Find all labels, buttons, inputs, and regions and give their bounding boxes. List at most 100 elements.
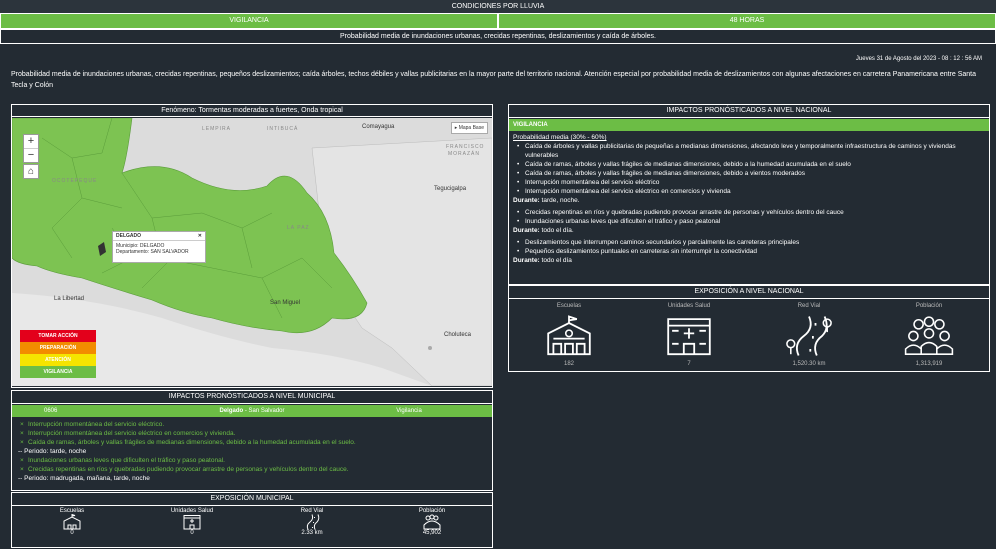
legend-item: ATENCIÓN [20,354,96,366]
label-comayagua: Comayagua [362,124,395,130]
exposure-label: Unidades Salud [170,508,214,514]
road-icon [786,316,832,356]
list-item: Caída de árboles y vallas publicitarias … [513,142,985,160]
national-impacts-list-1: Caída de árboles y vallas publicitarias … [513,142,985,196]
list-item: Crecidas repentinas en ríos y quebradas … [16,465,488,474]
during-1-label: Durante: [513,197,540,204]
municipal-exposure-title: EXPOSICIÓN MUNICIPAL [12,493,492,506]
municipal-impacts-list: Interrupción momentánea del servicio elé… [16,420,488,447]
zoom-out-button[interactable]: − [24,149,38,162]
label-lapaz: LA PAZ [287,225,310,231]
label-la-libertad: La Libertad [54,296,85,302]
label-lempira: LEMPIRA [202,126,231,132]
municipal-impacts-title: IMPACTOS PRONÓSTICADOS A NIVEL MUNICIPAL [12,391,492,404]
zoom-in-button[interactable]: + [24,135,38,149]
municipal-exposure-panel: EXPOSICIÓN MUNICIPAL Escuelas 0 Unidades… [11,492,493,548]
alert-level: VIGILANCIA [1,14,497,28]
municipal-impacts-panel: IMPACTOS PRONÓSTICADOS A NIVEL MUNICIPAL… [11,390,493,491]
alert-duration: 48 HORAS [499,14,995,28]
municipal-name: Delgado [219,408,244,414]
exposure-value: 45,902 [422,530,442,536]
report-date: Jueves 31 de Agosto del 2023 - 08 : 12 :… [855,56,982,62]
national-impacts-title: IMPACTOS PRONÓSTICADOS A NIVEL NACIONAL [509,105,989,118]
list-item: Pequeños deslizamientos puntuales en car… [513,247,985,256]
exposure-item: Escuelas 182 [509,303,629,367]
road-icon [306,514,320,530]
exposure-item: Población 45,902 [372,508,492,536]
municipal-name-cell: Delgado - San Salvador [170,408,334,414]
legend-item: TOMAR ACCIÓN [20,330,96,342]
page-title: CONDICIONES POR LLUVIA [0,0,996,13]
legend-item: VIGILANCIA [20,366,96,378]
municipal-impacts-list-2: Inundaciones urbanas leves que dificulte… [16,456,488,474]
municipal-period-2: -- Periodo: madrugada, mañana, tarde, no… [18,475,150,482]
hospital-icon [667,318,711,356]
exposure-value: 1,313,919 [915,361,943,367]
exposure-label: Población [418,508,446,514]
list-item: Caída de ramas, árboles y vallas frágile… [16,438,488,447]
probability-subtitle: Probabilidad media de inundaciones urban… [1,30,995,43]
label-choluteca: Choluteca [444,332,472,338]
during-2-value: todo el día. [541,227,574,234]
national-exposure-row: Escuelas 182 Unidades Salud 7 Red Vial 1… [509,299,989,367]
national-impacts-list-2: Crecidas repentinas en ríos y quebradas … [513,208,985,226]
probability-bar: Probabilidad media de inundaciones urban… [0,29,996,44]
exposure-label: Escuelas [556,303,582,309]
list-item: Interrupción momentánea del servicio elé… [16,429,488,438]
population-icon [423,514,441,530]
school-icon [547,315,591,356]
map-popup: DELGADO ✕ Municipio: DELGADO Departament… [112,231,206,263]
exposure-item: Población 1,313,919 [869,303,989,367]
map-legend: TOMAR ACCIÓN PREPARACIÓN ATENCIÓN VIGILA… [20,330,96,378]
during-1-value: tarde, noche. [541,197,580,204]
legend-item: PREPARACIÓN [20,342,96,354]
exposure-label: Red Vial [797,303,821,309]
national-exposure-panel: EXPOSICIÓN A NIVEL NACIONAL Escuelas 182… [508,285,990,372]
exposure-value: 1,520.30 km [792,361,826,367]
map-view[interactable]: LEMPIRA INTIBUCÁ Comayagua FRANCISCO MOR… [12,118,492,386]
national-exposure-title: EXPOSICIÓN A NIVEL NACIONAL [509,286,989,299]
exposure-label: Red Vial [300,508,324,514]
exposure-item: Escuelas 0 [12,508,132,536]
municipal-level: Vigilancia [396,408,422,414]
label-san-miguel: San Miguel [270,300,301,306]
general-description: Probabilidad media de inundaciones urban… [11,71,977,89]
municipal-code: 0606 [44,408,58,414]
municipal-department: - San Salvador [243,408,285,414]
home-icon[interactable]: ⌂ [23,164,39,179]
alert-level-bar: VIGILANCIA 48 HORAS [0,13,996,29]
hospital-icon [183,515,201,530]
list-item: Interrupción momentánea del servicio elé… [513,178,985,187]
population-icon [904,316,954,355]
national-probability: Probabilidad media (30% - 60%) [513,134,607,141]
exposure-label: Población [915,303,943,309]
exposure-item: Red Vial 2.33 km [252,508,372,536]
exposure-value: 182 [563,361,574,367]
exposure-value: 0 [190,530,194,536]
national-impacts-panel: IMPACTOS PRONÓSTICADOS A NIVEL NACIONAL … [508,104,990,285]
basemap-label: Mapa Base [458,125,484,131]
list-item: Interrupción momentánea del servicio elé… [16,420,488,429]
exposure-value: 0 [70,530,74,536]
municipal-header-row: 0606 Delgado - San Salvador Vigilancia [12,405,492,417]
basemap-button[interactable]: ▸ Mapa Base [450,122,488,134]
national-impacts-list-3: Deslizamientos que interrumpen caminos s… [513,238,985,256]
municipal-exposure-row: Escuelas 0 Unidades Salud 0 Red Vial 2.3… [12,506,492,536]
during-3-label: Durante: [513,257,540,264]
exposure-value: 2.33 km [301,530,323,536]
exposure-label: Escuelas [59,508,85,514]
national-level: VIGILANCIA [513,122,548,128]
popup-title: DELGADO [116,233,141,239]
during-3-value: todo el día [541,257,572,264]
label-morazan: MORAZÁN [448,151,480,157]
list-item: Interrupción momentánea del servicio elé… [513,187,985,196]
zoom-control: + − [23,134,39,163]
during-2-label: Durante: [513,227,540,234]
exposure-item: Red Vial 1,520.30 km [749,303,869,367]
close-icon[interactable]: ✕ [198,233,202,239]
list-item: Deslizamientos que interrumpen caminos s… [513,238,985,247]
exposure-value: 7 [687,361,691,367]
during-1: Durante: tarde, noche. [513,196,985,206]
list-item: Crecidas repentinas en ríos y quebradas … [513,208,985,217]
exposure-item: Unidades Salud 0 [132,508,252,536]
